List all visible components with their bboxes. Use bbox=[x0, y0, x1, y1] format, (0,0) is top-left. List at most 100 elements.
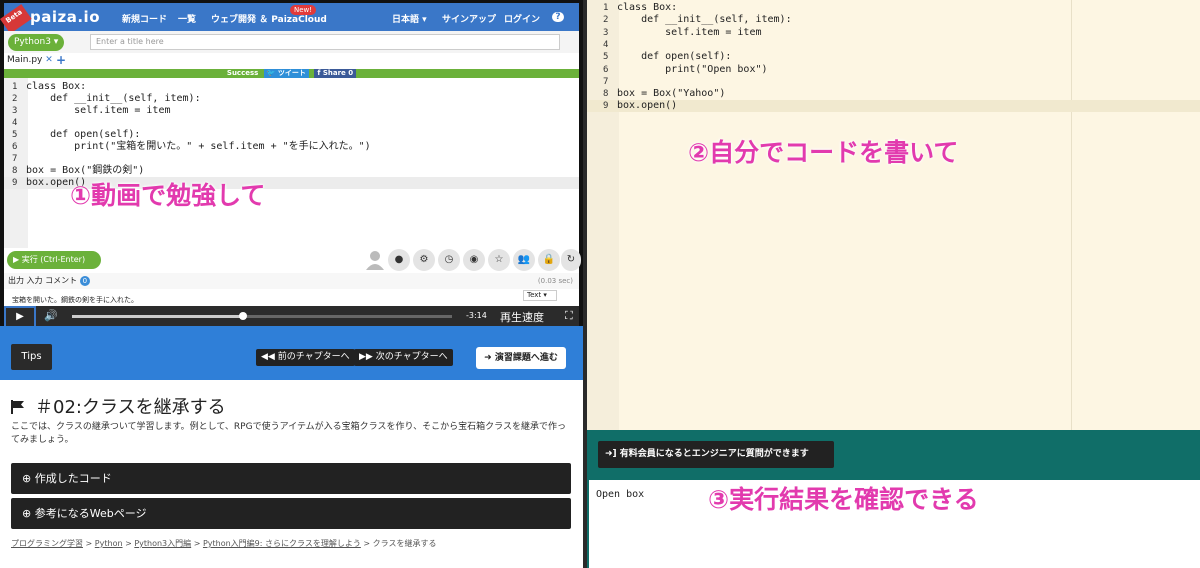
tweet-button[interactable]: 🐦 ツイート bbox=[263, 69, 309, 78]
lesson-title: ＃02:クラスを継承する bbox=[11, 393, 226, 419]
line-number: 1 bbox=[12, 82, 18, 92]
prev-chapter-button[interactable]: ◀◀ 前のチャプターへ bbox=[256, 349, 355, 366]
line-number: 8 bbox=[12, 166, 18, 176]
code-text: def __init__(self, item): bbox=[26, 93, 201, 104]
success-bar: Success 🐦 ツイート f Share 0 bbox=[4, 69, 579, 78]
volume-icon[interactable]: 🔊 bbox=[44, 309, 58, 322]
code-text: class Box: bbox=[26, 81, 87, 92]
line-number: 6 bbox=[12, 142, 18, 152]
settings-icon[interactable]: ⚙ bbox=[413, 249, 435, 271]
seek-handle[interactable] bbox=[239, 312, 247, 320]
breadcrumb-item[interactable]: プログラミング学習 bbox=[11, 539, 83, 548]
exec-time: (0.03 sec) bbox=[537, 277, 573, 285]
comment-count-badge: 0 bbox=[79, 276, 91, 286]
add-tab-icon[interactable]: + bbox=[56, 53, 66, 67]
code-line: 3 self.item = item bbox=[4, 105, 579, 117]
title-input[interactable]: Enter a title here bbox=[90, 34, 560, 50]
breadcrumb-item[interactable]: Python入門編9: さらにクラスを理解しよう bbox=[203, 539, 361, 548]
premium-member-button[interactable]: ➜] 有料会員になるとエンジニアに質問ができます bbox=[598, 441, 834, 468]
nav-signup[interactable]: サインアップ bbox=[442, 12, 496, 25]
lock-icon[interactable]: 🔒 bbox=[538, 249, 560, 271]
paiza-logo[interactable]: paiza.io bbox=[30, 8, 100, 26]
line-number: 7 bbox=[12, 154, 18, 164]
line-number: 4 bbox=[12, 118, 18, 128]
code-line: 3 self.item = item bbox=[587, 27, 1200, 39]
breadcrumb-item[interactable]: Python3入門編 bbox=[134, 539, 191, 548]
code-line: 6 print("宝箱を開いた。" + self.item + "を手に入れた。… bbox=[4, 141, 579, 153]
seek-bar[interactable] bbox=[72, 312, 452, 320]
code-text: print("Open box") bbox=[617, 63, 768, 75]
nav-language[interactable]: 日本語 ▾ bbox=[392, 12, 427, 25]
tab-output[interactable]: 出力 bbox=[8, 276, 24, 285]
output-text: 宝箱を開いた。鋼鉄の剣を手に入れた。 bbox=[12, 296, 138, 304]
users-icon[interactable]: 👥 bbox=[513, 249, 535, 271]
breadcrumb-current: クラスを継承する bbox=[372, 539, 437, 548]
flag-icon bbox=[11, 400, 24, 414]
tab-comment[interactable]: コメント bbox=[45, 276, 77, 285]
code-editor-right[interactable]: 1 class Box: 2 def __init__(self, item): 3 … bbox=[587, 0, 1200, 430]
line-number: 5 bbox=[12, 130, 18, 140]
github-icon[interactable]: ◉ bbox=[463, 249, 485, 271]
code-line: 4 bbox=[4, 117, 579, 129]
code-line: 2 def __init__(self, item): bbox=[587, 14, 1200, 26]
next-chapter-button[interactable]: ▶▶ 次のチャプターへ bbox=[354, 349, 453, 366]
code-line: 9 box.open() bbox=[587, 100, 1200, 113]
code-line: 6 print("Open box") bbox=[587, 64, 1200, 76]
line-number: 5 bbox=[603, 52, 609, 63]
output-format-select[interactable]: Text ▾ bbox=[523, 290, 557, 301]
nav-new-code[interactable]: 新規コード bbox=[122, 12, 167, 25]
time-remaining: -3:14 bbox=[466, 311, 487, 320]
help-icon[interactable]: ? bbox=[552, 12, 564, 22]
accordion-reference-web[interactable]: ⊕ 参考になるWebページ bbox=[11, 498, 571, 529]
new-badge: New! bbox=[290, 5, 317, 15]
code-text: self.item = item bbox=[26, 105, 171, 116]
video-controls: ▶ 🔊 -3:14 再生速度 ⛶ bbox=[4, 306, 579, 328]
breadcrumb-item[interactable]: Python bbox=[95, 539, 123, 548]
nav-list[interactable]: 一覧 bbox=[178, 12, 196, 25]
line-number: 3 bbox=[603, 27, 609, 38]
code-text: class Box: bbox=[617, 2, 678, 13]
code-line: 5 def open(self): bbox=[4, 129, 579, 141]
star-icon[interactable]: ☆ bbox=[488, 249, 510, 271]
history-icon[interactable]: ◷ bbox=[438, 249, 460, 271]
refresh-icon[interactable]: ↻ bbox=[561, 249, 581, 271]
play-icon[interactable]: ▶ bbox=[4, 306, 36, 328]
annotation-step3: ③実行結果を確認できる bbox=[708, 485, 979, 514]
line-number: 7 bbox=[603, 76, 609, 87]
code-line: 2 def __init__(self, item): bbox=[4, 93, 579, 105]
line-number: 2 bbox=[603, 15, 609, 26]
line-number: 2 bbox=[12, 94, 18, 104]
language-select[interactable]: Python3 ▾ bbox=[8, 34, 64, 51]
info-icon[interactable]: ● bbox=[388, 249, 410, 271]
code-line: 1 class Box: bbox=[587, 2, 1200, 14]
accordion-created-code[interactable]: ⊕ 作成したコード bbox=[11, 463, 571, 494]
line-number: 3 bbox=[12, 106, 18, 116]
code-text: def open(self): bbox=[617, 51, 732, 63]
code-text: self.item = item bbox=[617, 26, 762, 38]
seek-progress bbox=[72, 315, 243, 318]
video-frame: paiza.io 新規コード 一覧 ウェブ開発 ＆ PaizaCloud New… bbox=[0, 0, 583, 328]
exercise-button[interactable]: ➜ 演習課題へ進む bbox=[476, 347, 566, 369]
line-number: 8 bbox=[603, 89, 609, 100]
line-number: 4 bbox=[603, 39, 609, 50]
code-line: 1 class Box: bbox=[4, 81, 579, 93]
code-line: 4 bbox=[587, 39, 1200, 51]
top-nav: paiza.io 新規コード 一覧 ウェブ開発 ＆ PaizaCloud New… bbox=[4, 3, 579, 31]
code-editor-left[interactable]: 1 class Box: 2 def __init__(self, item): 3 … bbox=[4, 78, 579, 248]
line-number: 6 bbox=[603, 64, 609, 75]
run-button[interactable]: ▶ 実行 (Ctrl-Enter) bbox=[7, 251, 101, 269]
tab-input[interactable]: 入力 bbox=[27, 276, 43, 285]
output-result: Open box bbox=[596, 489, 645, 500]
code-text: def open(self): bbox=[26, 129, 141, 140]
tips-button[interactable]: Tips bbox=[11, 344, 52, 370]
annotation-step2: ②自分でコードを書いて bbox=[688, 138, 959, 167]
facebook-share-button[interactable]: f Share 0 bbox=[314, 69, 357, 78]
playback-speed-button[interactable]: 再生速度 bbox=[500, 309, 544, 325]
file-tab-main[interactable]: Main.py ✕ bbox=[7, 55, 53, 65]
video-lesson-panel: paiza.io 新規コード 一覧 ウェブ開発 ＆ PaizaCloud New… bbox=[0, 0, 583, 568]
code-text: print("宝箱を開いた。" + self.item + "を手に入れた。") bbox=[26, 141, 371, 152]
close-tab-icon[interactable]: ✕ bbox=[45, 55, 53, 65]
fullscreen-icon[interactable]: ⛶ bbox=[565, 309, 573, 323]
line-number: 9 bbox=[12, 178, 18, 188]
nav-login[interactable]: ログイン bbox=[504, 12, 540, 25]
